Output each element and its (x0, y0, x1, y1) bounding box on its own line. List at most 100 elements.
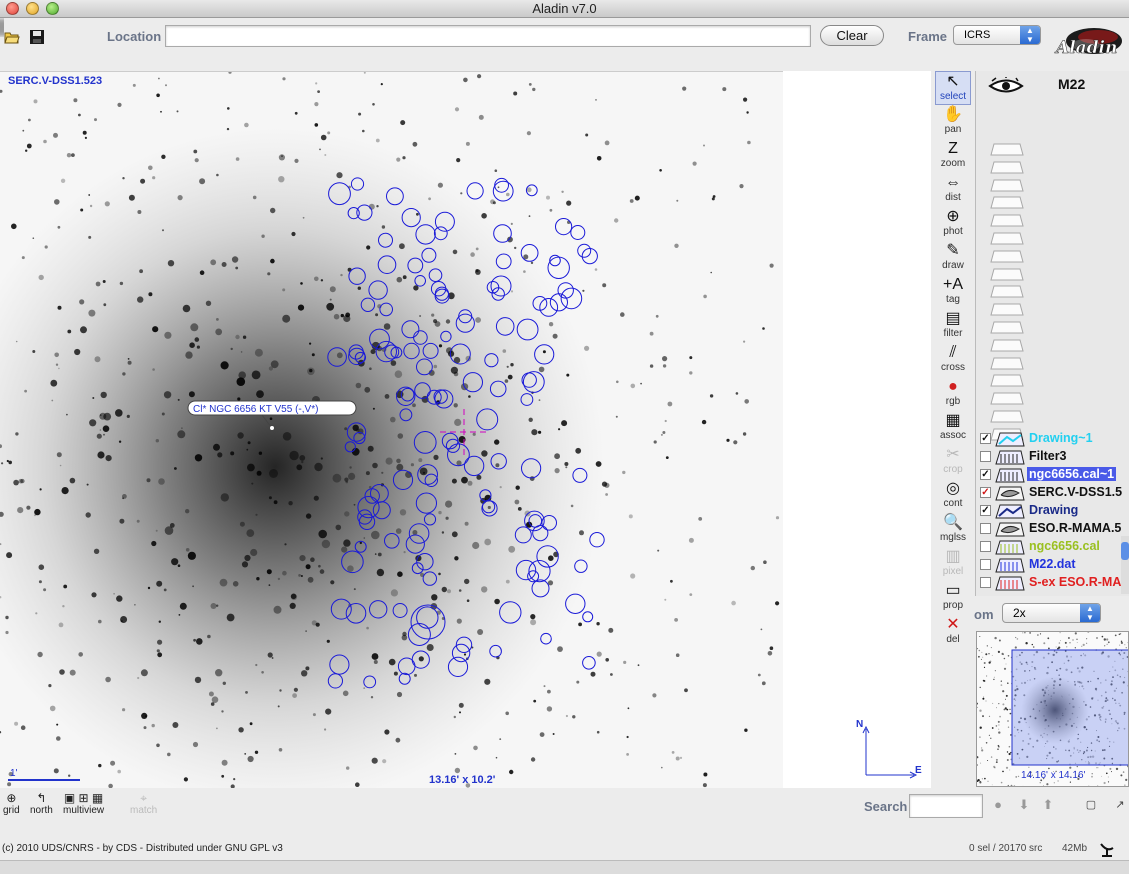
preview-star (1037, 634, 1039, 636)
layer-visibility-checkbox[interactable]: ✓ (980, 469, 991, 480)
star (396, 458, 401, 464)
star (318, 564, 321, 568)
layer-visibility-checkbox[interactable] (980, 523, 991, 534)
star (290, 593, 298, 601)
preview-star (990, 756, 993, 758)
layer-row[interactable]: S-ex ESO.R-MAMA (978, 574, 1129, 592)
eye-icon[interactable] (988, 77, 1024, 95)
star (140, 178, 146, 184)
chevron-updown-icon: ▲ ▼ (1020, 26, 1040, 44)
star (32, 237, 35, 239)
open-folder-icon[interactable] (4, 29, 20, 45)
multiview-tool[interactable]: ▣ ⊞ ▦ multiview (63, 791, 104, 816)
tool-prop[interactable]: ▭ prop (935, 581, 971, 615)
save-disk-icon[interactable] (29, 29, 45, 45)
layer-visibility-checkbox[interactable] (980, 559, 991, 570)
star (146, 478, 151, 483)
star (530, 619, 537, 626)
stack-scrollbar[interactable] (1121, 536, 1129, 594)
star (183, 777, 188, 782)
star (710, 271, 712, 274)
tool-draw-label: draw (942, 260, 964, 271)
clear-button[interactable]: Clear (820, 25, 884, 46)
sky-view[interactable]: Cl* NGC 6656 KT V55 (-,V*) SERC.V-DSS1.5… (0, 71, 783, 788)
layer-row[interactable]: M22.dat (978, 556, 1129, 574)
search-next-down-icon[interactable]: ⬇ (1017, 798, 1031, 812)
layer-row[interactable]: ngc6656.cal (978, 538, 1129, 556)
tool-zoom[interactable]: Zzoom (935, 139, 971, 173)
star (315, 622, 320, 627)
tool-cont[interactable]: ◎ cont (935, 479, 971, 513)
grid-tool[interactable]: ⊕ grid (3, 791, 20, 816)
window-close-button[interactable] (6, 2, 19, 15)
layer-row[interactable]: ✓ SERC.V-DSS1.5 (978, 484, 1129, 502)
frame-select[interactable]: ICRS ▲ ▼ (953, 25, 1041, 45)
tool-phot[interactable]: ⊕ phot (935, 207, 971, 241)
star (25, 149, 28, 152)
stack-scrollbar-thumb[interactable] (1121, 542, 1129, 560)
location-input[interactable] (165, 25, 811, 47)
layer-visibility-checkbox[interactable] (980, 577, 991, 588)
preview-view-rectangle[interactable] (1011, 649, 1129, 766)
layer-row[interactable]: ✓ Drawing (978, 502, 1129, 520)
star (140, 669, 148, 677)
star (247, 463, 255, 472)
layer-visibility-checkbox[interactable]: ✓ (980, 433, 991, 444)
star (256, 390, 264, 398)
tool-draw[interactable]: ✎ draw (935, 241, 971, 275)
layer-name: ngc6656.cal (1029, 539, 1100, 553)
star (347, 565, 354, 572)
layer-row[interactable]: ✓ ngc6656.cal~1 (978, 466, 1129, 484)
star (199, 270, 205, 275)
detach-panel-icon[interactable]: ↗ (1113, 798, 1127, 812)
layer-row[interactable]: ESO.R-MAMA.5 (978, 520, 1129, 538)
tool-assoc[interactable]: ▦ assoc (935, 411, 971, 445)
layer-row[interactable]: ✓ Drawing~1 (978, 430, 1129, 448)
star (659, 169, 662, 172)
sky-image[interactable]: Cl* NGC 6656 KT V55 (-,V*) (0, 72, 783, 788)
tool-filter[interactable]: ▤ filter (935, 309, 971, 343)
search-go-icon[interactable]: ● (991, 798, 1005, 812)
tool-rgb[interactable]: ● rgb (935, 377, 971, 411)
star (58, 367, 60, 370)
satellite-dish-icon[interactable] (1098, 840, 1116, 858)
star (451, 531, 458, 538)
star (497, 186, 500, 189)
layer-visibility-checkbox[interactable] (980, 541, 991, 552)
star (510, 363, 514, 367)
star (79, 299, 85, 305)
tool-crop: ✂ crop (935, 445, 971, 479)
tool-dist[interactable]: ⇔ dist (935, 173, 971, 207)
star (95, 281, 101, 287)
star (630, 383, 636, 389)
preview-star (998, 731, 1001, 734)
layer-visibility-checkbox[interactable] (980, 451, 991, 462)
window-minimize-button[interactable] (26, 2, 39, 15)
layer-visibility-checkbox[interactable]: ✓ (980, 487, 991, 498)
star (210, 603, 217, 609)
star (620, 312, 625, 317)
window-zoom-button[interactable] (46, 2, 59, 15)
tool-del[interactable]: ✕ del (935, 615, 971, 649)
tool-select[interactable]: ↖ select (935, 71, 971, 105)
preview-star (1119, 644, 1121, 646)
layer-visibility-checkbox[interactable]: ✓ (980, 505, 991, 516)
star (689, 356, 693, 360)
minimize-panel-icon[interactable]: ▢ (1084, 798, 1098, 812)
preview-star (1043, 785, 1044, 786)
search-prev-up-icon[interactable]: ⬆ (1041, 798, 1055, 812)
zoom-select[interactable]: 2x ▲ ▼ (1002, 603, 1101, 623)
preview-star (981, 749, 984, 752)
tool-cross[interactable]: ⫽ cross (935, 343, 971, 377)
star (116, 595, 123, 602)
catalog-layer-icon (995, 468, 1025, 483)
tool-tag[interactable]: +A tag (935, 275, 971, 309)
star (604, 140, 610, 146)
search-input[interactable] (909, 794, 983, 818)
north-tool[interactable]: ↰ north (30, 791, 53, 816)
star (278, 748, 283, 752)
tool-pan[interactable]: ✋ pan (935, 105, 971, 139)
layer-row[interactable]: Filter3 (978, 448, 1129, 466)
tool-mglss[interactable]: 🔍 mglss (935, 513, 971, 547)
zoom-preview[interactable] (976, 631, 1129, 787)
